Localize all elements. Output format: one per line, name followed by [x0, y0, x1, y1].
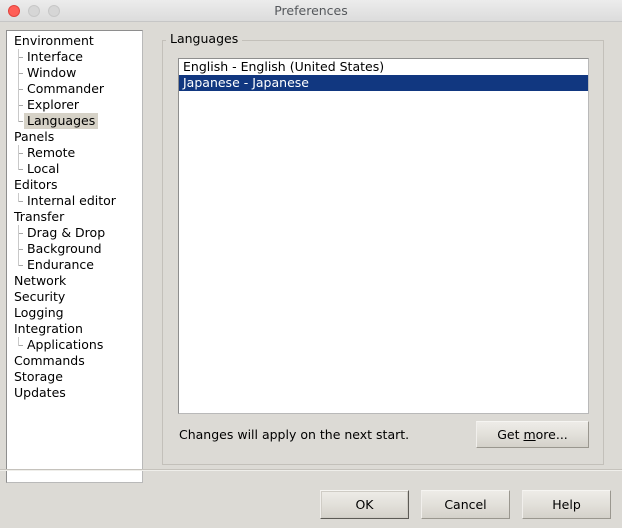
- sidebar-item-label: Interface: [27, 49, 83, 64]
- sidebar-item-label: Transfer: [14, 209, 65, 224]
- sidebar-item-drag-drop[interactable]: Drag & Drop: [7, 225, 142, 241]
- cancel-button[interactable]: Cancel: [421, 490, 510, 519]
- sidebar-item-label: Environment: [14, 33, 94, 48]
- sidebar-item-label: Remote: [27, 145, 76, 160]
- sidebar-item-label: Integration: [14, 321, 83, 336]
- sidebar-item-label: Drag & Drop: [27, 225, 106, 240]
- sidebar-item-label: Window: [27, 65, 77, 80]
- get-more-label-prefix: Get: [497, 427, 524, 442]
- preferences-dialog: Preferences Environment Interface Window Co…: [0, 0, 622, 528]
- sidebar-item-endurance[interactable]: Endurance: [7, 257, 142, 273]
- sidebar-item-local[interactable]: Local: [7, 161, 142, 177]
- settings-tree: Environment Interface Window Commander Explo…: [7, 31, 142, 401]
- sidebar-item-label: Updates: [14, 385, 66, 400]
- sidebar-item-label: Endurance: [27, 257, 94, 272]
- sidebar-item-explorer[interactable]: Explorer: [7, 97, 142, 113]
- get-more-label-mnemonic: m: [523, 427, 536, 442]
- sidebar-item-background[interactable]: Background: [7, 241, 142, 257]
- sidebar-item-editors[interactable]: Editors: [7, 177, 142, 193]
- sidebar-item-label: Background: [27, 241, 102, 256]
- sidebar-item-label: Commander: [27, 81, 105, 96]
- sidebar-item-panels[interactable]: Panels: [7, 129, 142, 145]
- sidebar-item-label: Panels: [14, 129, 55, 144]
- sidebar-item-label: Internal editor: [27, 193, 116, 208]
- sidebar-item-transfer[interactable]: Transfer: [7, 209, 142, 225]
- get-more-label-suffix: ore...: [535, 427, 568, 442]
- language-list-item[interactable]: English - English (United States): [179, 59, 588, 75]
- language-list-item[interactable]: Japanese - Japanese: [179, 75, 588, 91]
- sidebar-item-commander[interactable]: Commander: [7, 81, 142, 97]
- languages-listbox[interactable]: English - English (United States) Japanes…: [178, 58, 589, 414]
- ok-button[interactable]: OK: [320, 490, 409, 519]
- sidebar-item-logging[interactable]: Logging: [7, 305, 142, 321]
- sidebar-item-label: Storage: [14, 369, 63, 384]
- sidebar-item-label: Commands: [14, 353, 85, 368]
- sidebar-item-remote[interactable]: Remote: [7, 145, 142, 161]
- sidebar-item-internal-editor[interactable]: Internal editor: [7, 193, 142, 209]
- sidebar-item-interface[interactable]: Interface: [7, 49, 142, 65]
- sidebar-item-label: Explorer: [27, 97, 80, 112]
- sidebar-item-window[interactable]: Window: [7, 65, 142, 81]
- settings-tree-panel[interactable]: Environment Interface Window Commander Explo…: [6, 30, 143, 483]
- sidebar-item-label: Applications: [27, 337, 104, 352]
- sidebar-item-network[interactable]: Network: [7, 273, 142, 289]
- sidebar-item-label: Languages: [24, 113, 99, 129]
- languages-groupbox-title: Languages: [166, 31, 243, 47]
- title-bar: Preferences: [0, 0, 622, 22]
- sidebar-item-environment[interactable]: Environment: [7, 33, 142, 49]
- sidebar-item-security[interactable]: Security: [7, 289, 142, 305]
- sidebar-item-commands[interactable]: Commands: [7, 353, 142, 369]
- languages-list: English - English (United States) Japanes…: [179, 59, 588, 91]
- sidebar-item-label: Security: [14, 289, 66, 304]
- get-more-button[interactable]: Get more...: [476, 421, 589, 448]
- sidebar-item-label: Local: [27, 161, 60, 176]
- restart-note: Changes will apply on the next start.: [179, 427, 410, 442]
- sidebar-item-label: Logging: [14, 305, 64, 320]
- sidebar-item-applications[interactable]: Applications: [7, 337, 142, 353]
- sidebar-item-languages[interactable]: Languages: [7, 113, 142, 129]
- window-title: Preferences: [274, 3, 348, 18]
- sidebar-item-integration[interactable]: Integration: [7, 321, 142, 337]
- sidebar-item-label: Network: [14, 273, 67, 288]
- sidebar-item-updates[interactable]: Updates: [7, 385, 142, 401]
- footer-separator: [0, 469, 622, 471]
- help-button[interactable]: Help: [522, 490, 611, 519]
- sidebar-item-storage[interactable]: Storage: [7, 369, 142, 385]
- sidebar-item-label: Editors: [14, 177, 58, 192]
